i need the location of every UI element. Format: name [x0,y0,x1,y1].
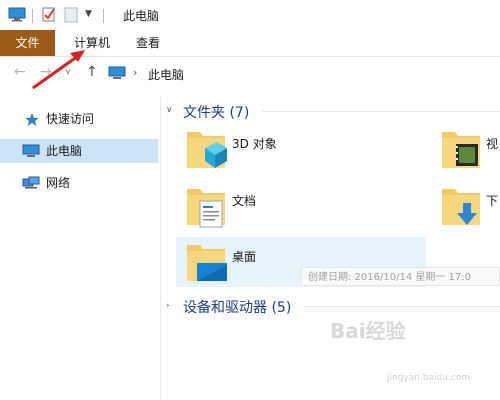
folder-label: 文档 [232,194,257,208]
video-folder-icon [442,132,480,168]
folder-label: 桌面 [232,250,257,264]
computer-icon [22,144,40,157]
folder-item-documents[interactable]: 文档 [176,180,426,232]
divider [32,9,33,23]
downloads-folder-icon [442,189,480,225]
documents-folder-icon [187,189,225,228]
star-icon [25,113,39,126]
sidebar-item-label: 网络 [46,176,71,190]
folder-item-downloads[interactable]: 下 [432,180,500,232]
folder-label: 视 [486,137,499,151]
folder-label: 下 [486,194,499,208]
watermark: Bai经验 [330,319,406,343]
divider [305,306,500,307]
computer-icon[interactable] [8,7,26,22]
chevron-right-icon[interactable]: › [166,301,170,311]
title-bar: ▼ 此电脑 [0,0,500,30]
properties-icon[interactable] [41,6,57,22]
new-folder-icon[interactable] [64,7,78,23]
folder-label: 3D 对象 [232,137,277,151]
sidebar-item-this-pc[interactable]: 此电脑 [0,139,158,163]
sidebar-item-quick-access[interactable]: 快速访问 [0,107,158,131]
annotation-arrow [32,50,85,90]
desktop-folder-icon [187,245,227,281]
breadcrumb[interactable]: 此电脑 [148,66,184,83]
back-arrow-icon[interactable]: ← [14,64,26,80]
divider [103,9,104,23]
chevron-down-icon[interactable]: ▼ [85,9,92,19]
window-title: 此电脑 [123,9,160,23]
network-icon [22,176,40,189]
group-header-folders[interactable]: 文件夹 (7) [183,102,249,122]
sidebar-item-network[interactable]: 网络 [0,171,158,195]
sidebar-item-label: 此电脑 [46,144,83,158]
group-header-devices[interactable]: 设备和驱动器 (5) [183,297,291,317]
navigation-pane: 快速访问 此电脑 网络 [0,96,161,400]
breadcrumb-separator-icon[interactable]: › [133,66,137,79]
3d-objects-folder-icon [187,132,227,168]
folder-item-videos[interactable]: 视 [432,123,500,175]
tooltip: 创建日期: 2016/10/14 星期一 17:0 [301,267,500,286]
tab-view[interactable]: 查看 [126,30,170,56]
folder-item-3d-objects[interactable]: 3D 对象 [176,123,426,175]
chevron-down-icon[interactable]: ∨ [166,105,173,115]
watermark-url: jingyan.baidu.com [387,373,471,383]
computer-icon [108,66,126,79]
sidebar-item-label: 快速访问 [46,112,95,126]
divider [262,111,500,112]
